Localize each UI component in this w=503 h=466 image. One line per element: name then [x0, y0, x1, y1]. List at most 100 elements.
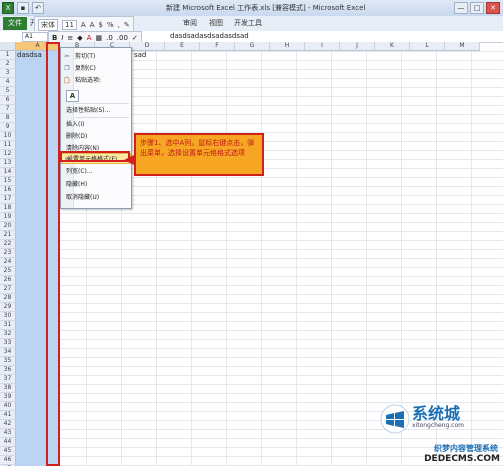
row-header[interactable]: 40: [0, 402, 16, 411]
column-header-k[interactable]: K: [375, 42, 410, 51]
watermark-site: 织梦内容管理系统: [434, 444, 498, 453]
menu-item-unhide[interactable]: 取消隐藏(U): [61, 192, 131, 203]
menu-item-paste-special[interactable]: 选择性粘贴(S)...: [61, 105, 131, 116]
shrink-font-icon[interactable]: A: [90, 21, 95, 29]
row-header[interactable]: 39: [0, 393, 16, 402]
row-header[interactable]: 14: [0, 168, 16, 177]
tab-view[interactable]: 视图: [209, 18, 223, 28]
column-header-m[interactable]: M: [445, 42, 480, 51]
row-header[interactable]: 33: [0, 339, 16, 348]
increase-decimal-icon[interactable]: .0: [106, 34, 113, 42]
row-header[interactable]: 23: [0, 249, 16, 258]
row-header[interactable]: 32: [0, 330, 16, 339]
row-header[interactable]: 28: [0, 294, 16, 303]
row-header[interactable]: 38: [0, 384, 16, 393]
font-color-icon[interactable]: A: [87, 34, 92, 42]
menu-item-label: 插入(I): [66, 121, 85, 128]
select-all-corner[interactable]: [0, 42, 16, 51]
currency-icon[interactable]: $: [99, 21, 103, 29]
row-header[interactable]: 36: [0, 366, 16, 375]
italic-button[interactable]: I: [61, 34, 63, 42]
menu-item-copy[interactable]: ❐ 复制(C): [61, 63, 131, 74]
column-header-f[interactable]: F: [200, 42, 235, 51]
name-box[interactable]: A1: [22, 32, 48, 42]
row-header[interactable]: 15: [0, 177, 16, 186]
row-header[interactable]: 19: [0, 213, 16, 222]
tab-developer[interactable]: 开发工具: [234, 18, 262, 28]
column-header-d[interactable]: D: [130, 42, 165, 51]
minimize-button[interactable]: —: [454, 2, 468, 14]
column-header-j[interactable]: J: [340, 42, 375, 51]
row-header[interactable]: 25: [0, 267, 16, 276]
row-header[interactable]: 9: [0, 123, 16, 132]
row-header[interactable]: 13: [0, 159, 16, 168]
font-size-dropdown[interactable]: 11: [62, 19, 77, 30]
row-header[interactable]: 29: [0, 303, 16, 312]
font-name-dropdown[interactable]: 宋体: [38, 18, 58, 31]
cell-a1[interactable]: dasdsa: [17, 51, 42, 59]
maximize-button[interactable]: □: [470, 2, 484, 14]
row-header[interactable]: 6: [0, 96, 16, 105]
tab-file[interactable]: 文件: [3, 17, 27, 30]
row-header[interactable]: 21: [0, 231, 16, 240]
row-header[interactable]: 17: [0, 195, 16, 204]
paste-icon: 📋: [63, 77, 71, 84]
column-header-e[interactable]: E: [165, 42, 200, 51]
row-header[interactable]: 8: [0, 114, 16, 123]
comma-button[interactable]: ,: [118, 21, 120, 29]
paste-option-button[interactable]: A: [66, 90, 79, 102]
row-header[interactable]: 20: [0, 222, 16, 231]
percent-button[interactable]: %: [107, 21, 114, 29]
row-header[interactable]: 34: [0, 348, 16, 357]
row-header[interactable]: 45: [0, 447, 16, 456]
column-header-i[interactable]: I: [305, 42, 340, 51]
row-header[interactable]: 44: [0, 438, 16, 447]
fill-color-icon[interactable]: ◆: [77, 34, 82, 42]
menu-item-hide[interactable]: 隐藏(H): [61, 179, 131, 190]
format-painter-icon[interactable]: ✎: [124, 21, 130, 29]
borders-icon[interactable]: ▦: [95, 34, 102, 42]
tab-review[interactable]: 审阅: [183, 18, 197, 28]
grow-font-icon[interactable]: A: [81, 21, 86, 29]
menu-item-delete[interactable]: 删除(D): [61, 131, 131, 142]
row-header[interactable]: 2: [0, 60, 16, 69]
menu-item-cut[interactable]: ✂ 剪切(T): [61, 51, 131, 62]
formula-content[interactable]: dasdsadasdsadasdsad: [170, 32, 249, 40]
row-header[interactable]: 42: [0, 420, 16, 429]
row-header[interactable]: 7: [0, 105, 16, 114]
row-header[interactable]: 31: [0, 321, 16, 330]
row-header[interactable]: 24: [0, 258, 16, 267]
menu-item-column-width[interactable]: 列宽(C)...: [61, 166, 131, 177]
column-header-g[interactable]: G: [235, 42, 270, 51]
column-header-l[interactable]: L: [410, 42, 445, 51]
row-header[interactable]: 5: [0, 87, 16, 96]
cell-c1[interactable]: sad: [134, 51, 146, 59]
bold-button[interactable]: B: [52, 34, 57, 42]
row-header[interactable]: 46: [0, 456, 16, 465]
row-header[interactable]: 11: [0, 141, 16, 150]
menu-item-insert[interactable]: 插入(I): [61, 119, 131, 130]
save-icon[interactable]: ▪: [17, 2, 29, 14]
row-header[interactable]: 26: [0, 276, 16, 285]
row-header[interactable]: 1: [0, 51, 16, 60]
row-header[interactable]: 22: [0, 240, 16, 249]
align-icon[interactable]: ≡: [67, 34, 73, 42]
row-header[interactable]: 30: [0, 312, 16, 321]
row-header[interactable]: 12: [0, 150, 16, 159]
row-header[interactable]: 16: [0, 186, 16, 195]
decrease-decimal-icon[interactable]: .00: [117, 34, 128, 42]
row-header[interactable]: 41: [0, 411, 16, 420]
row-header[interactable]: 35: [0, 357, 16, 366]
row-header[interactable]: 10: [0, 132, 16, 141]
row-header[interactable]: 3: [0, 69, 16, 78]
row-header[interactable]: 37: [0, 375, 16, 384]
menu-item-label: 隐藏(H): [66, 181, 88, 188]
row-header[interactable]: 18: [0, 204, 16, 213]
undo-icon[interactable]: ↶: [32, 2, 44, 14]
close-button[interactable]: ✕: [486, 2, 500, 14]
clear-format-icon[interactable]: ✓: [132, 34, 138, 42]
column-header-h[interactable]: H: [270, 42, 305, 51]
row-header[interactable]: 4: [0, 78, 16, 87]
row-header[interactable]: 43: [0, 429, 16, 438]
row-header[interactable]: 27: [0, 285, 16, 294]
